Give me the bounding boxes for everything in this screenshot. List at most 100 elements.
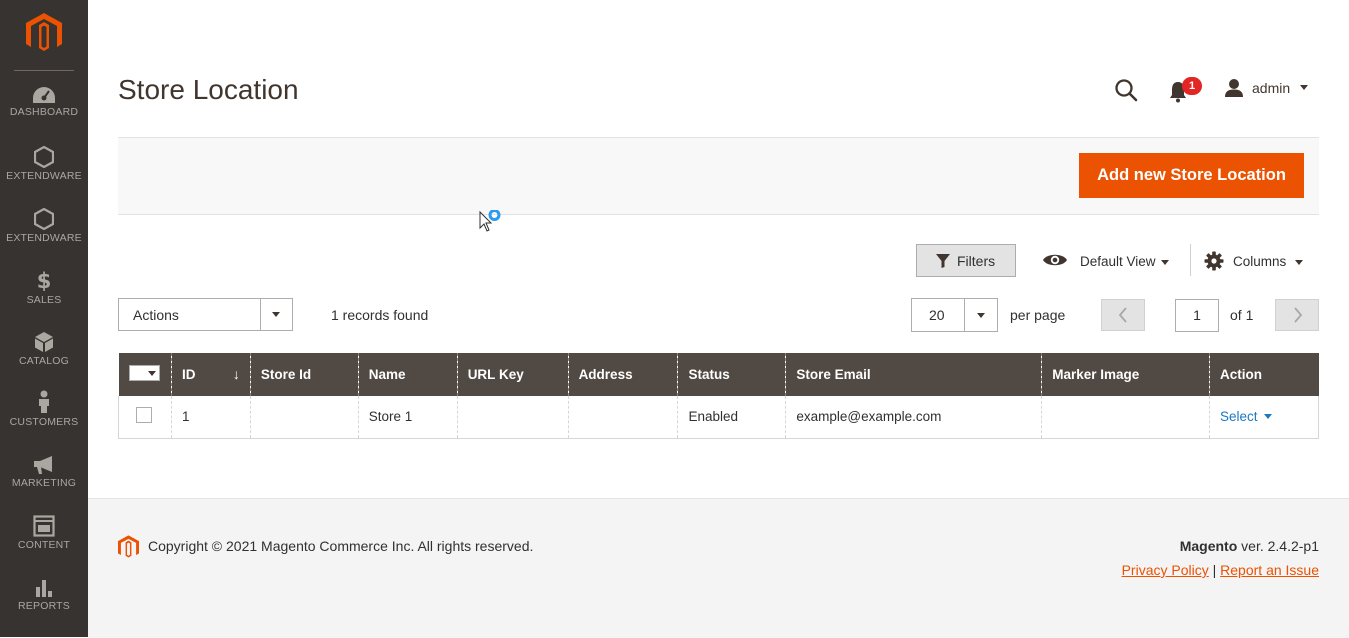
cell-store-email: example@example.com: [785, 396, 1042, 439]
mass-actions-dropdown[interactable]: Actions: [118, 298, 293, 331]
column-header-address[interactable]: Address: [567, 353, 678, 396]
magento-footer-logo: [118, 535, 139, 564]
per-page-label: per page: [1010, 307, 1066, 323]
cube-icon: [35, 332, 53, 352]
mouse-cursor: [478, 209, 504, 241]
chevron-right-icon: [1294, 307, 1303, 323]
sidebar-item-dashboard[interactable]: DASHBOARD: [0, 86, 88, 144]
mass-actions-label: Actions: [133, 307, 179, 323]
bar-chart-icon: [36, 580, 52, 597]
sidebar-item-customers[interactable]: CUSTOMERS: [0, 390, 88, 448]
version-number: ver. 2.4.2-p1: [1237, 538, 1319, 554]
chevron-left-icon: [1118, 307, 1127, 323]
sidebar-item-catalog[interactable]: CATALOG: [0, 331, 88, 389]
privacy-policy-link[interactable]: Privacy Policy: [1122, 562, 1209, 578]
dropdown-toggle[interactable]: [260, 299, 292, 330]
filters-button[interactable]: Filters: [916, 244, 1016, 277]
cell-marker-image: [1041, 396, 1210, 439]
link-separator: |: [1212, 562, 1217, 578]
column-header-store-id[interactable]: Store Id: [249, 353, 359, 396]
row-checkbox[interactable]: [136, 407, 152, 424]
sidebar-divider: [14, 70, 74, 71]
mass-select-checkbox[interactable]: [128, 365, 160, 381]
hexagon-icon: [34, 146, 54, 168]
columns-control[interactable]: Columns: [1202, 247, 1312, 275]
sidebar-item-label: EXTENDWARE: [6, 170, 82, 182]
per-page-toggle[interactable]: [964, 299, 997, 331]
current-page-input[interactable]: 1: [1175, 299, 1219, 332]
column-header-url-key[interactable]: URL Key: [456, 353, 569, 396]
megaphone-icon: [34, 456, 52, 474]
row-action-select[interactable]: Select: [1220, 409, 1272, 424]
per-page-value: 20: [929, 307, 945, 323]
magento-logo[interactable]: [26, 13, 62, 53]
table-row[interactable]: 1 Store 1 Enabled example@example.com Se…: [118, 396, 1319, 439]
add-store-location-button[interactable]: Add new Store Location: [1079, 153, 1304, 198]
copyright-text: Copyright © 2021 Magento Commerce Inc. A…: [148, 538, 534, 554]
store-location-grid: ID ↓ Store Id Name URL Key Address Statu…: [118, 353, 1319, 439]
total-pages: of 1: [1230, 307, 1254, 323]
report-issue-link[interactable]: Report an Issue: [1220, 562, 1319, 578]
sidebar-item-extendware[interactable]: EXTENDWARE: [0, 146, 88, 204]
hexagon-icon: [34, 208, 54, 230]
dollar-icon: $: [37, 269, 52, 292]
chevron-down-icon: [1161, 260, 1169, 265]
cell-status: Enabled: [677, 396, 786, 439]
column-header-status[interactable]: Status: [677, 353, 786, 396]
chevron-down-icon: [272, 312, 280, 317]
filter-icon: [936, 254, 950, 268]
cell-name: Store 1: [357, 396, 458, 439]
admin-sidebar: DASHBOARD EXTENDWARE EXTENDWARE $ SALES …: [0, 0, 88, 637]
row-select-cell[interactable]: [118, 396, 172, 439]
version-info: Magento ver. 2.4.2-p1: [1180, 538, 1319, 554]
sidebar-item-sales[interactable]: $ SALES: [0, 268, 88, 326]
column-header-marker-image[interactable]: Marker Image: [1041, 353, 1210, 396]
speedometer-icon: [33, 87, 55, 103]
next-page-button[interactable]: [1275, 299, 1319, 331]
cell-action: Select: [1209, 396, 1319, 439]
sidebar-item-label: DASHBOARD: [9, 106, 79, 118]
per-page-selector[interactable]: 20: [911, 298, 998, 332]
table-header-row: ID ↓ Store Id Name URL Key Address Statu…: [118, 353, 1319, 396]
layout-icon: [33, 515, 55, 537]
sidebar-item-label: CATALOG: [18, 355, 70, 367]
toolbar-divider: [1190, 244, 1191, 276]
column-header-id[interactable]: ID ↓: [170, 353, 251, 396]
sidebar-item-label: CONTENT: [17, 539, 71, 551]
column-header-store-email[interactable]: Store Email: [785, 353, 1042, 396]
view-switcher[interactable]: Default View: [1040, 247, 1175, 275]
previous-page-button[interactable]: [1101, 299, 1145, 331]
sidebar-item-reports[interactable]: REPORTS: [0, 578, 88, 636]
svg-text:$: $: [37, 269, 52, 292]
mass-select-header[interactable]: [118, 353, 172, 396]
chevron-down-icon: [1263, 414, 1272, 420]
column-header-action: Action: [1209, 353, 1319, 396]
search-icon: [1115, 79, 1138, 102]
sidebar-item-content[interactable]: CONTENT: [0, 515, 88, 573]
brand-name: Magento: [1179, 538, 1238, 554]
records-count: 1 records found: [331, 307, 429, 323]
sidebar-item-extendware-2[interactable]: EXTENDWARE: [0, 208, 88, 266]
sidebar-item-label: EXTENDWARE: [6, 232, 82, 244]
user-icon: [1225, 79, 1243, 97]
sidebar-item-label: SALES: [26, 294, 62, 306]
view-label: Default View: [1080, 254, 1156, 269]
sidebar-item-label: CUSTOMERS: [9, 416, 79, 428]
username: admin: [1252, 80, 1291, 96]
columns-label: Columns: [1233, 254, 1287, 269]
sidebar-item-marketing[interactable]: MARKETING: [0, 455, 88, 513]
cell-url-key: [456, 396, 569, 439]
page-title: Store Location: [118, 74, 299, 105]
cell-address: [567, 396, 678, 439]
user-account-menu[interactable]: admin: [1222, 76, 1312, 100]
chevron-down-icon: [1295, 260, 1303, 265]
cell-store-id: [249, 396, 359, 439]
global-search-button[interactable]: [1112, 76, 1140, 104]
cell-id: 1: [170, 396, 251, 439]
sidebar-item-label: REPORTS: [18, 600, 70, 612]
filters-label: Filters: [957, 253, 996, 269]
sort-descending-icon: ↓: [232, 366, 240, 382]
gear-icon: [1204, 251, 1224, 271]
notification-count-badge: 1: [1182, 77, 1202, 95]
column-header-name[interactable]: Name: [357, 353, 458, 396]
